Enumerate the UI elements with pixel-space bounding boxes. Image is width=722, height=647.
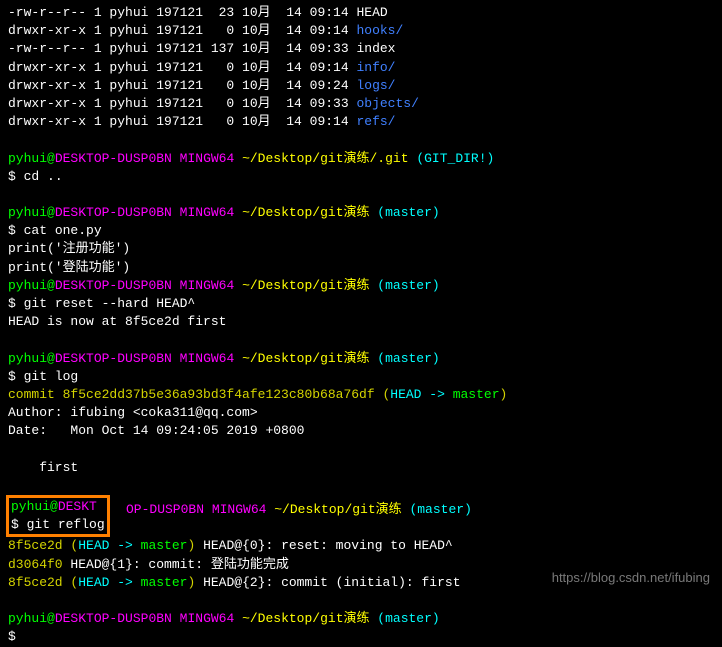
- log-date: Date: Mon Oct 14 09:24:05 2019 +0800: [8, 422, 714, 440]
- prompt-master: pyhui@DESKT: [11, 498, 105, 516]
- ls-row: drwxr-xr-x 1 pyhui 197121 0 10月 14 09:24…: [8, 77, 714, 95]
- prompt-master: pyhui@DESKTOP-DUSP0BN MINGW64 ~/Desktop/…: [8, 204, 714, 222]
- cmd-cat[interactable]: $ cat one.py: [8, 222, 714, 240]
- ls-row: -rw-r--r-- 1 pyhui 197121 23 10月 14 09:1…: [8, 4, 714, 22]
- reflog-l1: 8f5ce2d (HEAD -> master) HEAD@{0}: reset…: [8, 537, 714, 555]
- ls-row: drwxr-xr-x 1 pyhui 197121 0 10月 14 09:14…: [8, 22, 714, 40]
- ls-listing: -rw-r--r-- 1 pyhui 197121 23 10月 14 09:1…: [8, 4, 714, 131]
- cat-output-l2: print('登陆功能'): [8, 259, 714, 277]
- cmd-cd[interactable]: $ cd ..: [8, 168, 714, 186]
- cmd-empty[interactable]: $: [8, 628, 714, 646]
- prompt-master: pyhui@DESKTOP-DUSP0BN MINGW64 ~/Desktop/…: [8, 350, 714, 368]
- ls-row: drwxr-xr-x 1 pyhui 197121 0 10月 14 09:33…: [8, 95, 714, 113]
- prompt-master: pyhui@DESKTOP-DUSP0BN MINGW64 ~/Desktop/…: [8, 610, 714, 628]
- log-commit-line: commit 8f5ce2dd37b5e36a93bd3f4afe123c80b…: [8, 386, 714, 404]
- watermark: https://blog.csdn.net/ifubing: [552, 569, 710, 587]
- cat-output-l1: print('注册功能'): [8, 240, 714, 258]
- log-author: Author: ifubing <coka311@qq.com>: [8, 404, 714, 422]
- prompt-gitdir: pyhui@DESKTOP-DUSP0BN MINGW64 ~/Desktop/…: [8, 150, 714, 168]
- reset-output: HEAD is now at 8f5ce2d first: [8, 313, 714, 331]
- prompt-master: pyhui@DESKTOP-DUSP0BN MINGW64 ~/Desktop/…: [8, 277, 714, 295]
- cmd-reflog[interactable]: $ git reflog: [11, 516, 105, 534]
- cmd-log[interactable]: $ git log: [8, 368, 714, 386]
- log-msg: first: [8, 459, 714, 477]
- ls-row: drwxr-xr-x 1 pyhui 197121 0 10月 14 09:14…: [8, 59, 714, 77]
- ls-row: -rw-r--r-- 1 pyhui 197121 137 10月 14 09:…: [8, 40, 714, 58]
- ls-row: drwxr-xr-x 1 pyhui 197121 0 10月 14 09:14…: [8, 113, 714, 131]
- cmd-reset[interactable]: $ git reset --hard HEAD^: [8, 295, 714, 313]
